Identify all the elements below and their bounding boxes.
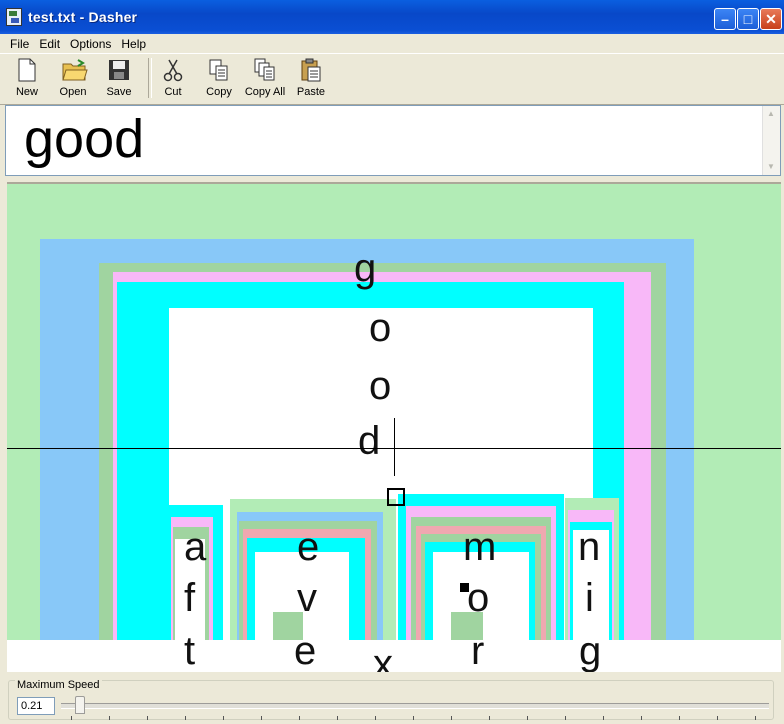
- copy-label: Copy: [206, 86, 232, 98]
- letter-o: o: [467, 576, 490, 620]
- menu-options[interactable]: Options: [65, 34, 116, 51]
- open-label: Open: [59, 86, 87, 98]
- open-button[interactable]: Open: [51, 58, 95, 102]
- path-letter-g: g: [354, 246, 377, 290]
- dasher-window: test.txt - Dasher – □ ✕ File Edit Options H…: [0, 0, 784, 724]
- letter-v: v: [297, 576, 317, 620]
- cut-button[interactable]: Cut: [151, 58, 195, 102]
- scissors-icon: [162, 58, 184, 82]
- paste-label: Paste: [296, 86, 326, 98]
- letter-e: e: [297, 525, 320, 569]
- letter-x: x: [373, 642, 393, 672]
- path-letter-o1: o: [369, 306, 392, 350]
- maximize-icon: □: [743, 11, 753, 27]
- crosshair-vertical: [394, 418, 395, 476]
- new-label: New: [15, 86, 38, 98]
- speed-slider-ticks: [71, 716, 761, 720]
- dasher-canvas[interactable]: g o o d a f t e v e x m o r n i g: [7, 182, 781, 672]
- speed-panel: Maximum Speed 0.21: [8, 679, 774, 720]
- letter-f: f: [184, 576, 196, 620]
- menu-edit[interactable]: Edit: [34, 34, 65, 51]
- menu-file[interactable]: File: [0, 34, 34, 51]
- menu-bar: File Edit Options Help: [0, 34, 784, 53]
- cut-label: Cut: [164, 86, 182, 98]
- copy-all-button[interactable]: Copy All: [243, 58, 287, 102]
- letter-i: i: [585, 576, 594, 620]
- path-letter-o2: o: [369, 364, 392, 408]
- toolbar: New Open Save Cut Copy Copy All Paste: [0, 53, 784, 105]
- path-letter-d: d: [358, 419, 381, 463]
- cursor-target-square: [387, 488, 405, 506]
- copy-icon: [208, 58, 230, 82]
- copy-all-label: Copy All: [244, 86, 286, 98]
- speed-value-field[interactable]: 0.21: [17, 697, 55, 715]
- scroll-down-arrow-icon[interactable]: ▼: [765, 161, 777, 173]
- new-button[interactable]: New: [5, 58, 49, 102]
- edit-text-area[interactable]: good ▲ ▼: [5, 105, 781, 176]
- speed-label: Maximum Speed: [15, 679, 102, 691]
- copy-button[interactable]: Copy: [197, 58, 241, 102]
- minimize-icon: –: [721, 11, 729, 27]
- letter-g: g: [579, 629, 602, 672]
- dasher-app-icon: [6, 8, 22, 26]
- letter-m: m: [463, 525, 497, 569]
- title-bar[interactable]: test.txt - Dasher – □ ✕: [0, 0, 784, 34]
- letter-a: a: [184, 525, 207, 569]
- open-folder-icon: [62, 58, 88, 82]
- speed-slider-thumb[interactable]: [75, 696, 85, 714]
- paste-button[interactable]: Paste: [289, 58, 333, 102]
- window-title: test.txt - Dasher: [28, 9, 138, 25]
- text-scrollbar[interactable]: ▲ ▼: [762, 106, 780, 175]
- letter-e2: e: [294, 629, 317, 672]
- mouse-pointer-dot: [460, 583, 469, 592]
- minimize-button[interactable]: –: [714, 8, 736, 30]
- new-document-icon: [16, 58, 38, 82]
- edit-text: good: [24, 109, 145, 169]
- speed-slider-track[interactable]: [61, 703, 769, 709]
- letter-t: t: [184, 629, 196, 672]
- menu-help[interactable]: Help: [116, 34, 151, 51]
- copy-all-icon: [254, 58, 276, 82]
- letter-n: n: [578, 525, 601, 569]
- floppy-disk-icon: [108, 58, 130, 82]
- bottom-strip: [7, 640, 781, 672]
- paste-clipboard-icon: [300, 58, 322, 82]
- save-button[interactable]: Save: [97, 58, 141, 102]
- close-icon: ✕: [765, 11, 777, 27]
- close-button[interactable]: ✕: [760, 8, 782, 30]
- scroll-up-arrow-icon[interactable]: ▲: [765, 108, 777, 120]
- maximize-button[interactable]: □: [737, 8, 759, 30]
- save-label: Save: [106, 86, 132, 98]
- letter-r: r: [471, 629, 485, 672]
